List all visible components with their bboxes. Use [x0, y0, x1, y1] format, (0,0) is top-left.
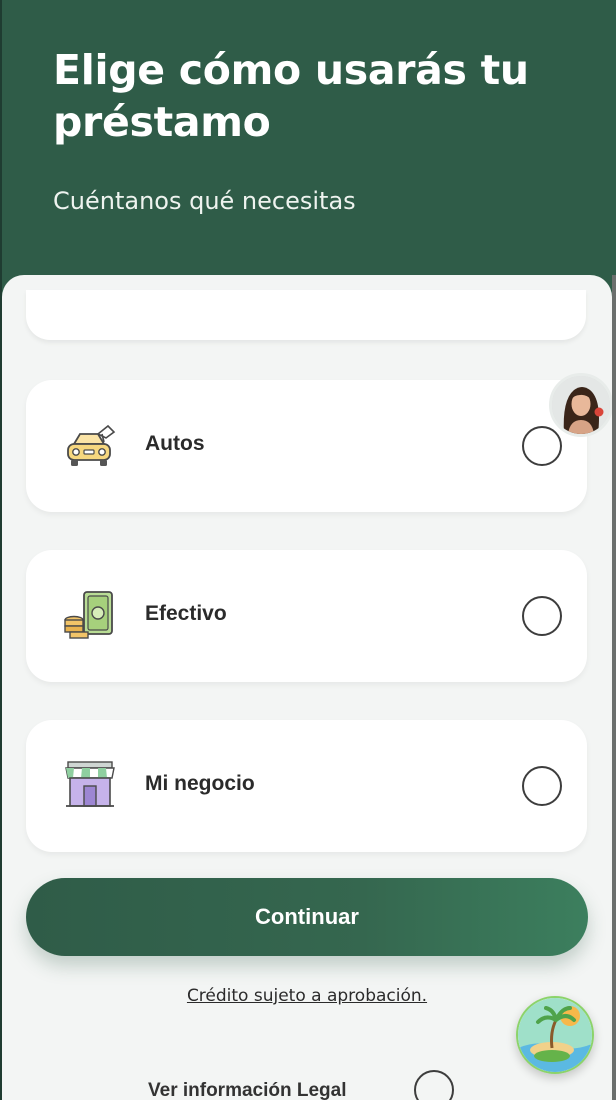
island-icon[interactable]	[516, 996, 594, 1074]
option-label: Mi negocio	[145, 772, 255, 795]
partial-option-card	[26, 290, 586, 340]
header: Elige cómo usarás tu préstamo Cuéntanos …	[0, 0, 616, 300]
option-label: Autos	[145, 432, 205, 455]
right-frame-edge	[612, 275, 616, 1100]
left-frame-edge	[0, 0, 2, 1100]
store-icon	[62, 760, 118, 812]
car-icon	[62, 420, 118, 472]
option-card-mi-negocio[interactable]: Mi negocio	[26, 720, 587, 852]
continue-button[interactable]: Continuar	[26, 878, 588, 956]
option-card-autos[interactable]: Autos	[26, 380, 587, 512]
cash-icon	[62, 590, 118, 642]
radio-mi-negocio[interactable]	[522, 766, 562, 806]
radio-autos[interactable]	[522, 426, 562, 466]
page-title: Elige cómo usarás tu préstamo	[53, 46, 529, 146]
option-label: Efectivo	[145, 602, 227, 625]
assistant-avatar[interactable]	[549, 373, 613, 437]
option-card-efectivo[interactable]: Efectivo	[26, 550, 587, 682]
page-subtitle: Cuéntanos qué necesitas	[53, 187, 356, 215]
approval-disclaimer-link[interactable]: Crédito sujeto a aprobación.	[0, 986, 614, 1006]
radio-efectivo[interactable]	[522, 596, 562, 636]
legal-info-label[interactable]: Ver información Legal	[148, 1080, 347, 1100]
